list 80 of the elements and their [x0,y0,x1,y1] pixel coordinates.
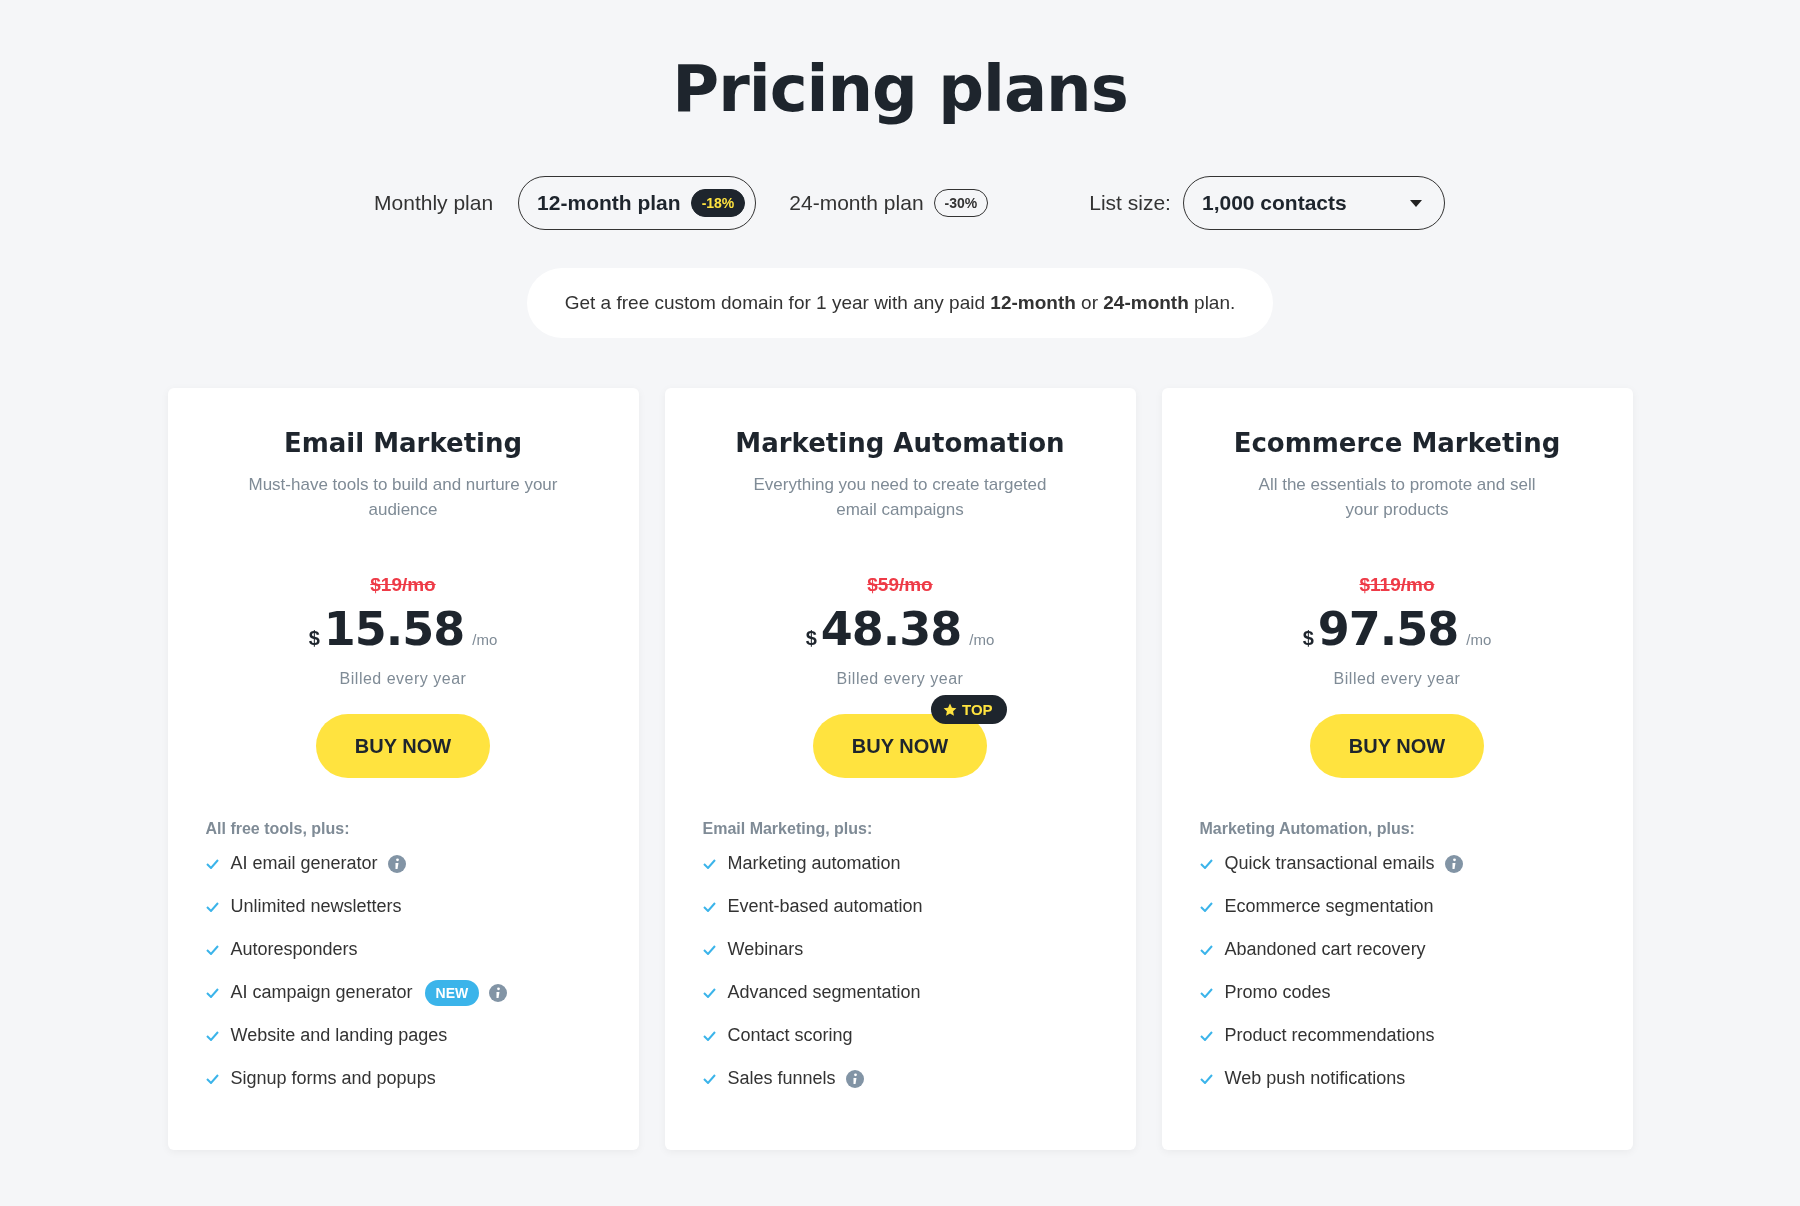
features-heading: All free tools, plus: [205,820,351,838]
billing-note: Billed every year [1333,670,1461,688]
feature-text: AI campaign generator [230,982,413,1003]
check-icon [702,987,716,998]
check-icon [702,858,716,869]
info-icon[interactable] [387,854,406,873]
currency-symbol: $ [805,627,817,650]
feature-text: Ecommerce segmentation [1224,896,1434,917]
list-size-label: List size: [1089,191,1171,215]
currency-symbol: $ [1302,627,1314,650]
feature-text: Webinars [727,939,804,960]
feature-text: Event-based automation [727,896,923,917]
check-icon [702,901,716,912]
check-icon [702,944,716,955]
check-icon [1199,944,1213,955]
check-icon [205,1030,219,1041]
old-price: $119/mo [1359,574,1435,596]
feature-text: AI email generator [230,853,378,874]
old-price: $19/mo [370,574,436,596]
billing-tab[interactable]: Monthly plan [355,176,505,230]
billing-tab[interactable]: 24-month plan -30% [770,176,1000,230]
check-icon [702,1030,716,1041]
feature-text: Web push notifications [1224,1068,1406,1089]
features-heading: Marketing Automation, plus: [1199,820,1416,838]
feature-text: Unlimited newsletters [230,896,402,917]
plan-description: All the essentials to promote and sell your products [1257,474,1537,521]
plan-description: Everything you need to create targeted email campaigns [752,474,1048,521]
check-icon [1199,1073,1213,1084]
price-period: /mo [969,631,995,648]
check-icon [205,858,219,869]
page-title: Pricing plans [672,52,1128,126]
check-icon [205,901,219,912]
check-icon [205,1073,219,1084]
old-price: $59/mo [867,574,933,596]
new-badge: NEW [424,979,480,1006]
price-period: /mo [1466,631,1492,648]
check-icon [1199,987,1213,998]
price: 15.58 [323,602,465,656]
tab-label: Monthly plan [374,191,494,215]
feature-text: Promo codes [1224,982,1331,1003]
feature-text: Marketing automation [727,853,901,874]
price: 48.38 [820,602,962,656]
billing-note: Billed every year [339,670,467,688]
check-icon [205,987,219,998]
plan-description: Must-have tools to build and nurture your audience [248,474,558,521]
top-badge: TOP [931,695,1007,724]
feature-text: Quick transactional emails [1224,853,1435,874]
plan-name: Marketing Automation [735,428,1065,458]
check-icon [702,1073,716,1084]
tab-label: 12-month plan [537,191,681,215]
check-icon [1199,858,1213,869]
feature-text: Abandoned cart recovery [1224,939,1426,960]
feature-text: Product recommendations [1224,1025,1435,1046]
discount-badge: -18% [690,189,746,217]
feature-text: Website and landing pages [230,1025,448,1046]
feature-text: Sales funnels [727,1068,836,1089]
tab-label: 24-month plan [789,191,924,215]
check-icon [1199,901,1213,912]
info-icon[interactable] [489,983,508,1002]
price-period: /mo [472,631,498,648]
plan-name: Ecommerce Marketing [1233,428,1561,458]
promo-banner: Get a free custom domain for 1 year with any paid 12-month or 24-month plan. [526,268,1274,338]
info-icon[interactable] [1444,854,1463,873]
feature-text: Signup forms and popups [230,1068,436,1089]
caret-icon [1409,199,1422,207]
info-icon[interactable] [845,1069,864,1088]
billing-note: Billed every year [836,670,964,688]
star-icon [943,702,957,717]
currency-symbol: $ [308,627,320,650]
price: 97.58 [1317,602,1459,656]
check-icon [1199,1030,1213,1041]
buy-now-button[interactable]: BUY NOW [813,714,987,778]
buy-now-button[interactable]: BUY NOW [1310,714,1484,778]
feature-text: Autoresponders [230,939,358,960]
buy-now-button[interactable]: BUY NOW [316,714,490,778]
feature-text: Contact scoring [727,1025,853,1046]
check-icon [205,944,219,955]
plan-name: Email Marketing [283,428,523,458]
feature-text: Advanced segmentation [727,982,921,1003]
features-heading: Email Marketing, plus: [702,820,874,838]
